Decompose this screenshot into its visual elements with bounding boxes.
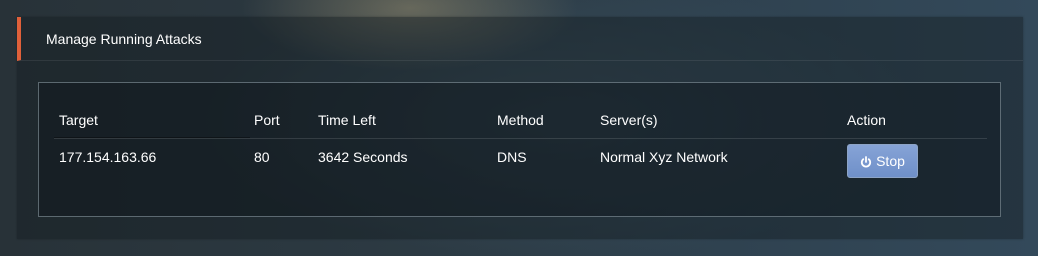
cell-servers: Normal Xyz Network — [600, 149, 728, 165]
stop-attack-button[interactable]: Stop — [847, 144, 918, 178]
column-header-action: Action — [847, 112, 886, 128]
stop-button-label: Stop — [876, 153, 905, 169]
attacks-table: Target Port Time Left Method Server(s) A… — [38, 82, 1001, 217]
cell-time-left: 3642 Seconds — [318, 149, 408, 165]
column-header-method: Method — [497, 112, 544, 128]
cell-target: 177.154.163.66 — [59, 149, 157, 165]
column-header-target: Target — [59, 112, 98, 128]
header-divider — [54, 138, 987, 139]
column-header-time-left: Time Left — [318, 112, 376, 128]
cell-method: DNS — [497, 149, 527, 165]
manage-attacks-panel: Manage Running Attacks Target Port Time … — [17, 17, 1023, 239]
cell-port: 80 — [254, 149, 270, 165]
column-header-servers: Server(s) — [600, 112, 658, 128]
column-header-port: Port — [254, 112, 280, 128]
panel-title: Manage Running Attacks — [46, 31, 202, 47]
power-icon — [860, 155, 872, 168]
panel-heading: Manage Running Attacks — [17, 17, 1023, 61]
